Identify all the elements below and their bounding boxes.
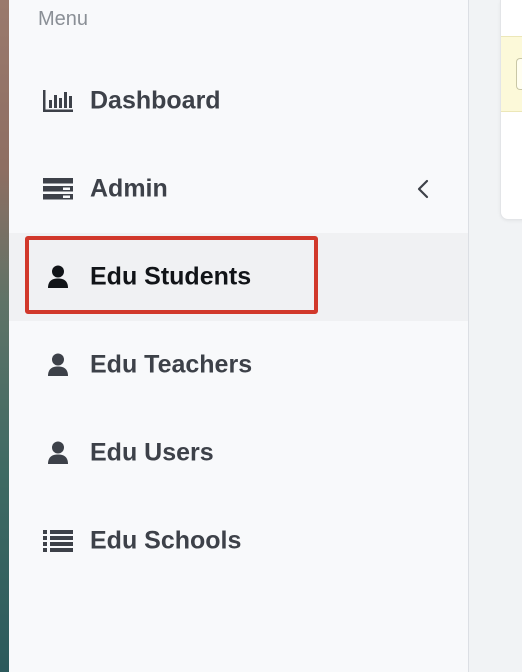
list-icon <box>43 529 73 553</box>
sidebar-item-dashboard[interactable]: Dashboard <box>9 57 468 145</box>
sidebar-item-label: Edu Teachers <box>90 350 253 379</box>
sidebar-item-edu-students[interactable]: Edu Students <box>9 233 468 321</box>
sidebar-item-label: Dashboard <box>90 86 221 115</box>
sidebar-item-label: Admin <box>90 174 168 203</box>
sidebar: Menu Dashboard Admin Edu Students Edu Te… <box>9 0 469 672</box>
sidebar-item-label: Edu Students <box>90 262 252 291</box>
sidebar-item-edu-teachers[interactable]: Edu Teachers <box>9 321 468 409</box>
sidebar-item-edu-schools[interactable]: Edu Schools <box>9 497 468 585</box>
sidebar-item-admin[interactable]: Admin <box>9 145 468 233</box>
input-field[interactable] <box>516 58 522 90</box>
user-icon <box>43 441 73 465</box>
user-icon <box>43 265 73 289</box>
content-card <box>500 0 522 220</box>
sidebar-item-edu-users[interactable]: Edu Users <box>9 409 468 497</box>
sidebar-item-label: Edu Users <box>90 438 214 467</box>
menu-label: Menu <box>38 8 89 30</box>
chevron-left-icon[interactable] <box>414 177 434 201</box>
user-icon <box>43 353 73 377</box>
background-strip <box>0 0 23 672</box>
sidebar-item-label: Edu Schools <box>90 526 242 555</box>
server-icon <box>43 177 73 201</box>
bar-chart-icon <box>43 89 73 113</box>
